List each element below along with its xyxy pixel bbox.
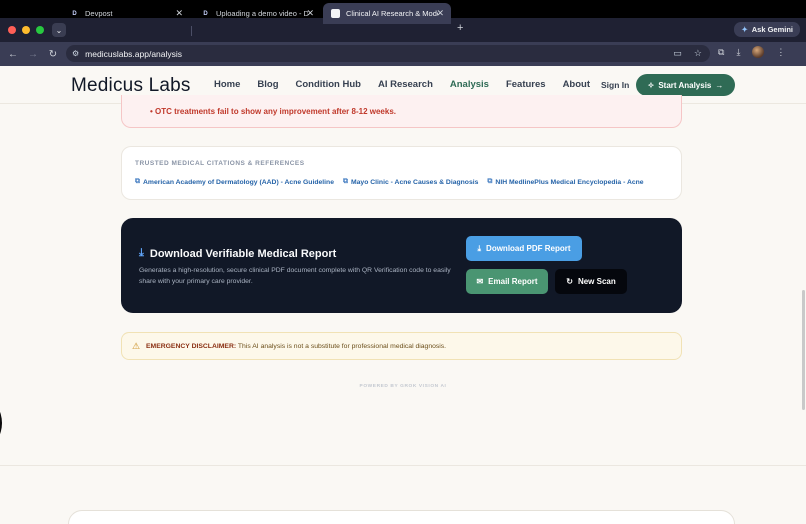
- page-favicon-icon: [331, 9, 340, 18]
- start-analysis-button[interactable]: ✧ Start Analysis →: [636, 74, 735, 96]
- external-link-icon: ⧉: [487, 178, 493, 185]
- disclaimer-label: EMERGENCY DISCLAIMER:: [146, 343, 237, 350]
- extensions-puzzle-icon[interactable]: ⧉: [718, 47, 724, 58]
- url-text: medicuslabs.app/analysis: [85, 48, 183, 59]
- tab-clinical-ai[interactable]: Clinical AI Research & Model ✕: [323, 3, 451, 24]
- criteria-bullet: • OTC treatments fail to show any improv…: [150, 107, 396, 116]
- nav-features[interactable]: Features: [506, 79, 546, 90]
- warning-triangle-icon: ⚠: [132, 341, 141, 351]
- close-window-button[interactable]: [8, 26, 16, 34]
- disclaimer-text: EMERGENCY DISCLAIMER: This AI analysis i…: [146, 343, 446, 350]
- tab-title: Devpost: [85, 9, 113, 18]
- download-pdf-button[interactable]: ⤓ Download PDF Report: [466, 236, 582, 261]
- start-analysis-label: Start Analysis: [658, 80, 712, 90]
- mail-icon: ✉: [476, 277, 484, 286]
- citation-link-mayo[interactable]: ⧉ Mayo Clinic - Acne Causes & Diagnosis: [343, 178, 478, 186]
- devpost-favicon-icon: D: [72, 10, 77, 17]
- gemini-sparkle-icon: ✦: [741, 25, 748, 34]
- section-divider: [0, 465, 806, 466]
- bookmark-star-icon[interactable]: ☆: [694, 48, 702, 59]
- citations-title: TRUSTED MEDICAL CITATIONS & REFERENCES: [135, 160, 305, 167]
- citation-link-text: American Academy of Dermatology (AAD) - …: [143, 178, 334, 186]
- close-tab-icon[interactable]: ✕: [436, 8, 444, 19]
- citation-link-text: Mayo Clinic - Acne Causes & Diagnosis: [350, 178, 479, 186]
- browser-menu-icon[interactable]: ⋮: [776, 47, 785, 58]
- nav-home[interactable]: Home: [214, 79, 240, 90]
- main-nav: Home Blog Condition Hub AI Research Anal…: [214, 79, 607, 90]
- citation-link-aad[interactable]: ⧉ American Academy of Dermatology (AAD) …: [135, 178, 334, 186]
- sign-in-link[interactable]: Sign In: [601, 80, 629, 90]
- external-link-icon: ⧉: [342, 178, 348, 185]
- window-controls: [8, 26, 44, 34]
- tab-title: Clinical AI Research & Model: [346, 9, 438, 18]
- citation-link-text: NIH MedlinePlus Medical Encyclopedia - A…: [495, 178, 644, 186]
- sparkle-icon: ✧: [647, 80, 655, 90]
- back-arrow-icon[interactable]: ←: [6, 49, 20, 60]
- tab-search-button[interactable]: ⌄: [52, 23, 66, 37]
- nav-analysis[interactable]: Analysis: [450, 79, 489, 90]
- devpost-favicon-icon: D: [203, 10, 208, 17]
- nav-ai-research[interactable]: AI Research: [378, 79, 433, 90]
- report-description: Generates a high-resolution, secure clin…: [139, 267, 451, 285]
- cast-icon[interactable]: ▭: [673, 48, 682, 59]
- maximize-window-button[interactable]: [36, 26, 44, 34]
- citation-link-nih[interactable]: ⧉ NIH MedlinePlus Medical Encyclopedia -…: [487, 178, 643, 186]
- citations-links: ⧉ American Academy of Dermatology (AAD) …: [135, 178, 644, 186]
- tab-title: Uploading a demo video - De: [216, 9, 308, 18]
- forward-arrow-icon[interactable]: →: [26, 49, 40, 60]
- site-info-icon[interactable]: ⚙: [72, 49, 79, 58]
- address-bar[interactable]: ⚙ medicuslabs.app/analysis ▭ ☆: [66, 45, 710, 62]
- disclaimer-body: This AI analysis is not a substitute for…: [236, 343, 447, 350]
- new-scan-button[interactable]: ↻ New Scan: [555, 269, 627, 294]
- tab-uploading-demo[interactable]: D Uploading a demo video - De ✕: [193, 3, 321, 24]
- refresh-icon: ↻: [566, 277, 573, 286]
- citations-card: TRUSTED MEDICAL CITATIONS & REFERENCES ⧉…: [121, 146, 682, 200]
- report-title: ⤓ Download Verifiable Medical Report: [139, 247, 336, 260]
- new-tab-icon[interactable]: +: [457, 22, 463, 34]
- reload-icon[interactable]: ↻: [46, 49, 60, 60]
- site-logo[interactable]: Medicus Labs: [71, 75, 191, 97]
- close-tab-icon[interactable]: ✕: [306, 8, 314, 19]
- download-icon: ⤓: [477, 243, 482, 253]
- tab-devpost[interactable]: D Devpost ✕: [62, 3, 190, 24]
- nav-condition-hub[interactable]: Condition Hub: [296, 79, 361, 90]
- bottom-card: [68, 510, 735, 524]
- edge-overlay: [0, 400, 2, 446]
- email-report-button[interactable]: ✉ Email Report: [466, 269, 548, 294]
- report-card: ⤓ Download Verifiable Medical Report Gen…: [121, 218, 682, 313]
- nav-about[interactable]: About: [563, 79, 590, 90]
- download-icon: ⤓: [139, 247, 144, 259]
- tab-separator: [191, 26, 192, 36]
- profile-avatar[interactable]: [752, 46, 765, 58]
- toolbar-right: ⧉ ⤓ ⋮: [718, 46, 785, 58]
- close-tab-icon[interactable]: ✕: [175, 8, 183, 19]
- email-report-label: Email Report: [488, 277, 538, 286]
- report-title-text: Download Verifiable Medical Report: [149, 247, 337, 260]
- downloads-icon[interactable]: ⤓: [736, 47, 740, 58]
- nav-blog[interactable]: Blog: [257, 79, 278, 90]
- criteria-card: • OTC treatments fail to show any improv…: [121, 95, 682, 128]
- external-link-icon: ⧉: [135, 178, 140, 185]
- ask-gemini-button[interactable]: ✦ Ask Gemini: [734, 22, 800, 37]
- ask-gemini-label: Ask Gemini: [751, 25, 793, 34]
- criteria-bullet-text: OTC treatments fail to show any improvem…: [155, 107, 396, 116]
- new-scan-label: New Scan: [577, 277, 616, 286]
- arrow-right-icon: →: [715, 80, 724, 90]
- download-pdf-label: Download PDF Report: [486, 244, 571, 253]
- page-scrollbar[interactable]: [802, 290, 805, 410]
- minimize-window-button[interactable]: [22, 26, 30, 34]
- emergency-disclaimer: ⚠ EMERGENCY DISCLAIMER: This AI analysis…: [121, 332, 682, 360]
- powered-by-note: POWERED BY GROK VISION AI: [359, 384, 447, 389]
